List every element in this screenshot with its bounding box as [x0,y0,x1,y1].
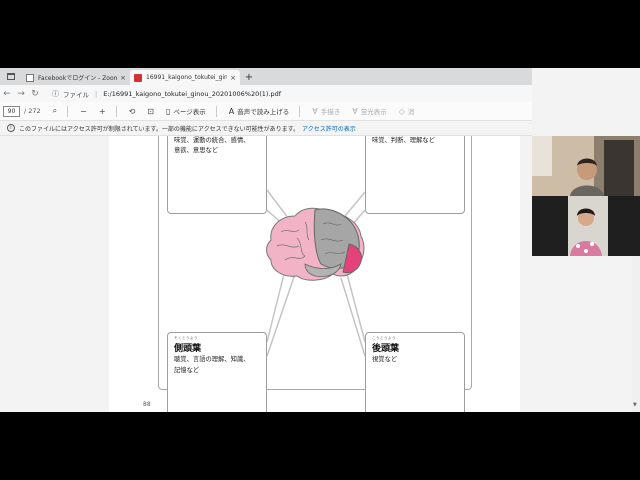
refresh-icon[interactable]: ↻ [28,89,42,99]
address-scheme-label: ファイル [63,90,89,99]
divider [215,105,217,117]
view-permissions-link[interactable]: アクセス許可の表示 [302,124,356,133]
close-icon[interactable]: × [120,74,126,82]
info-icon: i [7,124,15,132]
forward-arrow-icon[interactable]: → [14,89,28,99]
page-number: 88 [143,401,151,408]
highlighter-icon: ∀ [352,106,358,116]
permission-message: このファイルにはアクセス許可が制限されています。一部の機能にアクセスできない可能… [19,125,300,133]
page-number-input[interactable]: 90 [3,105,20,117]
read-aloud-label: 音声で読み上げる [237,108,290,116]
zoom-out-button[interactable]: − [80,107,87,116]
divider [67,105,69,117]
highlight-button[interactable]: ∀ 蛍光表示 [352,106,387,117]
address-separator: | [95,89,98,98]
erase-button[interactable]: ◇ 消 [398,106,415,117]
divider [115,105,117,117]
panel-text-line: 味覚、運動の統合、感情、 [174,137,250,144]
rotate-icon[interactable]: ⟲ [129,107,136,116]
brain-illustration [266,207,365,281]
erase-label: 消 [407,108,415,116]
draw-label: 手描き [320,108,341,116]
panel-temporal-lobe: そくとうよう 側頭葉 聴覚、言語の理解、知識、 記憶など [167,332,267,412]
page-total: / 272 [24,107,41,115]
address-bar: ← → ↻ ⓘ ファイル | E:/16991_kaigono_tokutei_… [0,85,532,102]
pen-icon: ∀ [312,106,318,116]
page-icon [26,73,34,82]
read-aloud-icon: A [228,106,235,116]
tab-pdf[interactable]: 16991_kaigono_tokutei_ginou_2... × [130,70,240,85]
tab-bar: Facebookでログイン - Zoom × 16991_kaigono_tok… [0,68,532,85]
info-icon[interactable]: ⓘ [52,89,59,99]
participant-video-feed [532,136,640,196]
panel-title: 側頭葉 [174,344,202,354]
tab-label: 16991_kaigono_tokutei_ginou_2... [146,74,228,81]
close-icon[interactable]: × [230,74,236,82]
tab-zoom[interactable]: Facebookでログイン - Zoom × [22,70,130,85]
panel-text-line: 意欲、意思など [174,147,219,154]
panel-text-line: 聴覚、言語の理解、知識、 [174,356,250,363]
pdf-toolbar: 90 / 272 ⌕ − + ⟲ ⊡ ▯ ページ表示 A 音声で読み上げる ∀ … [0,102,532,121]
highlight-label: 蛍光表示 [360,108,387,116]
panel-text-line: 視覚など [372,356,398,363]
zoom-in-button[interactable]: + [99,107,106,116]
screen: Facebookでログイン - Zoom × 16991_kaigono_tok… [0,68,640,412]
panel-occipital-lobe: こうとうよう 後頭葉 視覚など [365,332,465,412]
panel-text-line: 味覚、判断、理解など [372,137,435,144]
connector-line [340,277,366,357]
address-url[interactable]: E:/16991_kaigono_tokutei_ginou_20201006%… [103,90,281,98]
pdf-icon [134,73,142,82]
eraser-icon: ◇ [398,106,405,116]
panel-frontal-lobe: 味覚、運動の統合、感情、 意欲、意思など [167,136,267,214]
new-tab-button[interactable]: + [240,70,258,85]
video-tile-participant-1[interactable] [532,136,640,196]
permission-info-bar: i このファイルにはアクセス許可が制限されています。一部の機能にアクセスできない… [0,121,532,136]
pdf-page[interactable]: 味覚、運動の統合、感情、 意欲、意思など 味覚、判断、理解など そくとうよう 側… [109,136,520,412]
fit-page-icon[interactable]: ⊡ [147,107,154,116]
panel-parietal-lobe: 味覚、判断、理解など [365,136,465,214]
window-menu-icon[interactable] [0,68,22,85]
page-view-icon: ▯ [165,106,171,116]
scroll-down-icon[interactable]: ▼ [633,402,637,408]
search-icon[interactable]: ⌕ [53,106,57,116]
tab-label: Facebookでログイン - Zoom [38,75,118,82]
video-tile-participant-2[interactable] [532,196,640,256]
divider [299,105,301,117]
back-arrow-icon[interactable]: ← [0,89,14,99]
page-view-button[interactable]: ▯ ページ表示 [165,106,206,117]
participant-video-feed [532,196,640,256]
page-view-label: ページ表示 [173,108,206,116]
read-aloud-button[interactable]: A 音声で読み上げる [228,106,290,117]
panel-text-line: 記憶など [174,367,200,374]
draw-button[interactable]: ∀ 手描き [312,106,341,117]
panel-title: 後頭葉 [372,344,400,354]
